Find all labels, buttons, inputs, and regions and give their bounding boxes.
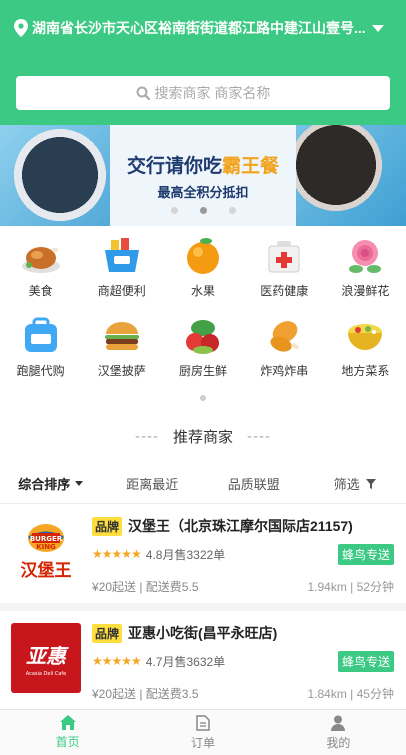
filter-icon: [365, 478, 376, 489]
category-fresh[interactable]: 厨房生鲜: [162, 314, 243, 388]
category-label: 汉堡披萨: [97, 364, 146, 378]
shop-card[interactable]: BURGER KING 汉堡王 品牌 汉堡王（北京珠江摩尔国际店21157) ★…: [0, 504, 406, 611]
tab-orders[interactable]: 订单: [135, 710, 270, 755]
bottom-tab-bar: 首页 订单 我的: [0, 709, 406, 755]
svg-text:BURGER: BURGER: [30, 535, 63, 543]
shop-name: 亚惠小吃街(昌平永旺店): [128, 625, 278, 641]
category-regional[interactable]: 地方菜系: [325, 314, 406, 388]
banner-subtitle: 最高全积分抵扣: [157, 184, 249, 200]
vegetables-icon: [181, 314, 225, 358]
caret-down-icon: [75, 481, 84, 486]
search-input[interactable]: 搜索商家 商家名称: [16, 76, 390, 110]
category-burger[interactable]: 汉堡披萨: [81, 314, 162, 388]
search-placeholder: 搜索商家 商家名称: [154, 85, 271, 101]
category-flowers[interactable]: 浪漫鲜花: [325, 234, 406, 308]
sort-bar: 综合排序 距离最近 品质联盟 筛选: [0, 464, 406, 504]
tab-home[interactable]: 首页: [0, 710, 135, 755]
pagination-dot-active[interactable]: [199, 207, 207, 214]
shop-name: 汉堡王（北京珠江摩尔国际店21157): [128, 518, 353, 534]
rating-stars: ★★★★★: [92, 547, 142, 561]
banner-title-highlight: 霸王餐: [222, 155, 280, 177]
header: 湖南省长沙市天心区裕南街街道都江路中建江山壹号... 搜索商家 商家名称: [0, 0, 406, 125]
rating-sales: 4.7月售3632单: [145, 654, 226, 669]
recommend-header: ---- 推荐商家 ----: [0, 409, 406, 464]
shopping-basket-icon: [100, 234, 144, 278]
category-medicine[interactable]: 医药健康: [244, 234, 325, 308]
category-label: 浪漫鲜花: [341, 284, 390, 298]
filter-label: 筛选: [333, 477, 360, 492]
category-label: 水果: [190, 284, 215, 298]
brand-badge: 品牌: [92, 516, 123, 536]
search-icon: [136, 86, 150, 100]
fried-chicken-icon: [262, 314, 306, 358]
burger-icon: [100, 314, 144, 358]
category-grid: 美食 商超便利 水果 医药健康 浪漫鲜花 跑腿代购 汉堡披萨 厨房生鲜 炸鸡炸串…: [0, 226, 406, 409]
roast-chicken-icon: [19, 234, 63, 278]
category-supermarket[interactable]: 商超便利: [81, 234, 162, 308]
svg-text:KING: KING: [36, 543, 56, 551]
category-label: 炸鸡炸串: [260, 364, 309, 378]
category-label: 跑腿代购: [16, 364, 65, 378]
location-selector[interactable]: 湖南省长沙市天心区裕南街街道都江路中建江山壹号...: [14, 18, 392, 38]
filter-button[interactable]: 筛选: [305, 474, 406, 493]
category-errand[interactable]: 跑腿代购: [0, 314, 81, 388]
burger-king-logo: BURGER KING 汉堡王: [11, 516, 81, 586]
fee-info: ¥20起送 | 配送费3.5: [92, 687, 199, 701]
rice-bowl-icon: [343, 314, 387, 358]
banner-title: 交行请你吃霸王餐: [127, 151, 279, 178]
location-pin-icon: [14, 19, 28, 37]
location-text: 湖南省长沙市天心区裕南街街道都江路中建江山壹号...: [32, 20, 366, 36]
chevron-down-icon: [371, 24, 384, 32]
category-food[interactable]: 美食: [0, 234, 81, 308]
category-fruit[interactable]: 水果: [162, 234, 243, 308]
delivery-badge: 蜂鸟专送: [337, 650, 394, 672]
category-label: 美食: [28, 284, 53, 298]
user-icon: [331, 715, 346, 731]
pagination-dot[interactable]: [200, 395, 206, 401]
svg-text:亚惠: 亚惠: [26, 644, 69, 668]
title-dash: ----: [247, 428, 271, 445]
category-label: 地方菜系: [341, 364, 390, 378]
flower-icon: [343, 234, 387, 278]
delivery-badge: 蜂鸟专送: [337, 543, 394, 565]
tab-label: 我的: [326, 735, 351, 750]
fee-info: ¥20起送 | 配送费5.5: [92, 580, 199, 594]
orange-icon: [181, 234, 225, 278]
sort-quality[interactable]: 品质联盟: [203, 474, 305, 493]
svg-text:汉堡王: 汉堡王: [21, 560, 72, 581]
brand-badge: 品牌: [92, 623, 123, 643]
category-label: 商超便利: [97, 284, 146, 298]
recommend-title: 推荐商家: [172, 429, 233, 446]
distance-time: 1.84km | 45分钟: [307, 687, 395, 701]
promo-banner[interactable]: 交行请你吃霸王餐 最高全积分抵扣: [0, 125, 406, 226]
tab-label: 首页: [55, 735, 80, 749]
sort-label: 距离最近: [126, 477, 179, 492]
category-label: 厨房生鲜: [178, 364, 227, 378]
errand-bag-icon: [19, 314, 63, 358]
sort-label: 品质联盟: [227, 477, 280, 492]
tab-profile[interactable]: 我的: [271, 710, 406, 755]
sort-distance[interactable]: 距离最近: [102, 474, 204, 493]
category-pagination: [0, 395, 406, 401]
category-label: 医药健康: [260, 284, 309, 298]
pagination-dot[interactable]: [228, 207, 236, 214]
pagination-dot[interactable]: [170, 207, 178, 214]
sort-comprehensive[interactable]: 综合排序: [0, 474, 102, 493]
sort-label: 综合排序: [18, 477, 71, 492]
category-fried-chicken[interactable]: 炸鸡炸串: [244, 314, 325, 388]
rating-stars: ★★★★★: [92, 654, 142, 668]
title-dash: ----: [135, 428, 159, 445]
yahui-logo: 亚惠 Acasia Deli Cafe: [11, 623, 81, 693]
rating-sales: 4.8月售3322单: [145, 547, 226, 562]
tab-label: 订单: [190, 735, 215, 750]
home-icon: [59, 715, 76, 730]
distance-time: 1.94km | 52分钟: [307, 580, 395, 594]
shop-card[interactable]: 亚惠 Acasia Deli Cafe 品牌 亚惠小吃街(昌平永旺店) ★★★★…: [0, 611, 406, 718]
medicine-box-icon: [262, 234, 306, 278]
banner-pagination: [0, 207, 406, 214]
order-icon: [196, 714, 210, 731]
banner-title-main: 交行请你吃: [126, 155, 222, 177]
svg-text:Acasia Deli Cafe: Acasia Deli Cafe: [26, 671, 66, 677]
